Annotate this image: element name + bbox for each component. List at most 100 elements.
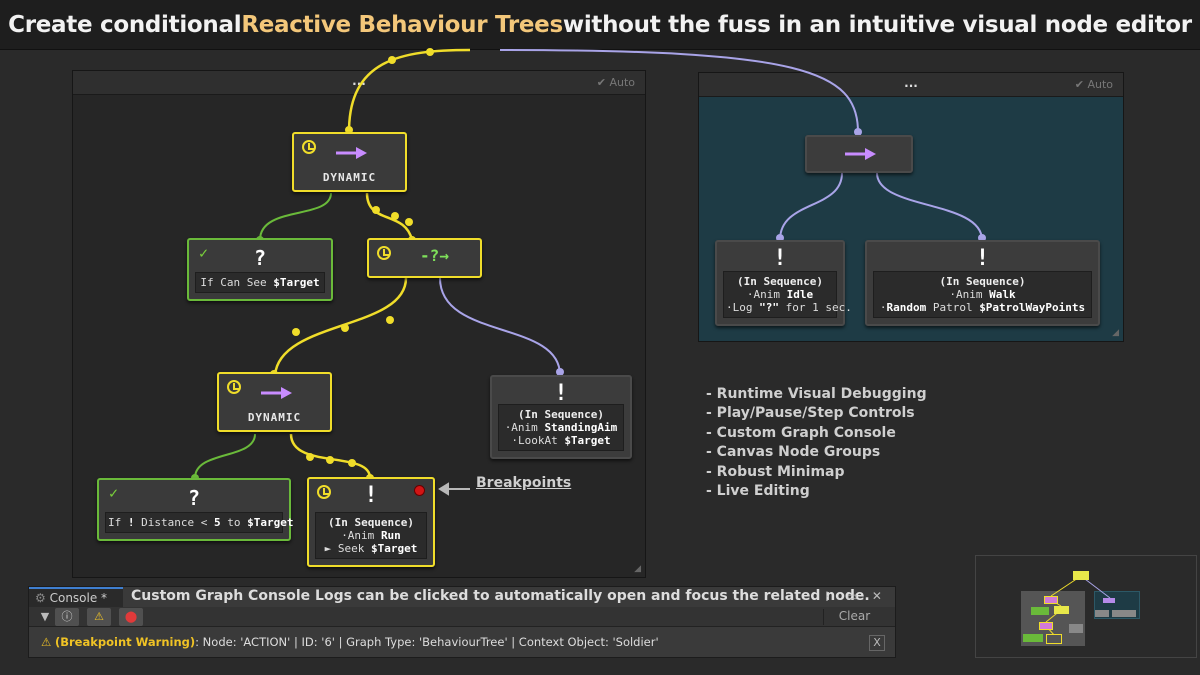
info-filter-icon[interactable]: ⓘ bbox=[55, 608, 79, 626]
right-panel-header: ... ✔ Auto bbox=[699, 73, 1123, 97]
dynamic-node-top[interactable]: DYNAMIC bbox=[292, 132, 407, 192]
feature-item: - Runtime Visual Debugging bbox=[706, 386, 927, 402]
body-text: If bbox=[108, 516, 128, 529]
body-text: to bbox=[220, 516, 248, 529]
features-list: - Runtime Visual Debugging - Play/Pause/… bbox=[706, 385, 927, 501]
feature-item: - Live Editing bbox=[706, 483, 810, 500]
resize-grip-icon[interactable]: ◢ bbox=[634, 564, 641, 574]
body-text: ·Anim bbox=[341, 529, 381, 542]
body-text: ► Seek bbox=[324, 542, 371, 555]
body-text: for 1 sec. bbox=[779, 301, 852, 314]
node-body: (In Sequence) ·Anim StandingAim ·LookAt … bbox=[498, 404, 624, 451]
body-title: (In Sequence) bbox=[939, 275, 1026, 288]
auto-toggle[interactable]: ✔ Auto bbox=[597, 76, 635, 89]
minimap-node bbox=[1054, 606, 1069, 614]
node-body: (In Sequence) ·Anim Run ► Seek $Target bbox=[315, 512, 427, 559]
title-pre: Create conditional bbox=[8, 11, 242, 38]
console-log-entry[interactable]: ⚠ (Breakpoint Warning): Node: 'ACTION' |… bbox=[41, 635, 659, 649]
body-line: ·Anim Walk bbox=[876, 288, 1089, 301]
body-bold: $Target bbox=[273, 276, 320, 289]
arrow-right-icon bbox=[261, 387, 292, 399]
body-bold: $Target bbox=[371, 542, 418, 555]
action-node-aim[interactable]: ! (In Sequence) ·Anim StandingAim ·LookA… bbox=[490, 375, 632, 459]
feature-item: - Canvas Node Groups bbox=[706, 444, 881, 461]
console-toolbar: ▼ ⓘ ⚠ ⬤ bbox=[29, 607, 895, 627]
clear-button[interactable]: Clear bbox=[823, 609, 885, 625]
log-body: : Node: 'ACTION' | ID: '6' | Graph Type:… bbox=[195, 635, 659, 649]
condition-node-can-see[interactable]: ✓ ? If Can See $Target bbox=[187, 238, 333, 301]
body-bang: ! bbox=[127, 516, 135, 529]
action-icon: ! bbox=[554, 381, 568, 406]
error-filter-icon[interactable]: ⬤ bbox=[119, 608, 143, 626]
console-caption: Custom Graph Console Logs can be clicked… bbox=[131, 588, 870, 604]
body-text: ·Log bbox=[726, 301, 760, 314]
dropdown-icon[interactable]: ▼ bbox=[33, 608, 57, 626]
dynamic-node-bottom[interactable]: DYNAMIC bbox=[217, 372, 332, 432]
body-line: ► Seek $Target bbox=[318, 542, 424, 555]
condition-node-distance[interactable]: ✓ ? If ! Distance < 5 to $Target bbox=[97, 478, 293, 541]
body-text: ·Anim bbox=[949, 288, 990, 301]
action-icon: ! bbox=[364, 483, 378, 508]
reactive-node[interactable]: -?→ bbox=[367, 238, 482, 278]
body-line: ·LookAt $Target bbox=[501, 434, 621, 447]
panel-title: ... bbox=[352, 74, 366, 88]
minimap-node bbox=[1103, 598, 1115, 603]
console-tab[interactable]: ⚙ Console * bbox=[29, 587, 123, 607]
arrow-right-icon bbox=[845, 148, 876, 160]
reactive-icon: -?→ bbox=[420, 246, 449, 265]
left-panel-header: ... ✔ Auto bbox=[73, 71, 645, 95]
body-bold: Idle bbox=[786, 288, 814, 301]
action-node-walk[interactable]: ! (In Sequence) ·Anim Walk ·Random Patro… bbox=[865, 240, 1100, 326]
body-text: Patrol bbox=[926, 301, 980, 314]
condition-icon: ? bbox=[187, 486, 201, 510]
minimap-node bbox=[1112, 610, 1136, 617]
action-node-idle[interactable]: ! (In Sequence) ·Anim Idle ·Log "?" for … bbox=[715, 240, 852, 326]
minimap-node bbox=[1031, 607, 1049, 615]
body-title: (In Sequence) bbox=[517, 408, 605, 421]
body-bold: Run bbox=[380, 529, 401, 542]
minimap-node bbox=[1039, 622, 1053, 630]
minimap-node bbox=[1023, 634, 1043, 642]
console-icon: ⚙ bbox=[35, 591, 46, 605]
header-title: Create conditional Reactive Behaviour Tr… bbox=[0, 0, 1200, 50]
warning-filter-icon[interactable]: ⚠ bbox=[87, 608, 111, 626]
minimap-node bbox=[1069, 624, 1083, 633]
body-line: ·Anim Idle bbox=[726, 288, 834, 301]
title-highlight: Reactive Behaviour Trees bbox=[241, 11, 563, 38]
auto-toggle[interactable]: ✔ Auto bbox=[1075, 78, 1113, 91]
body-bold: Random bbox=[886, 301, 927, 314]
body-bold: Walk bbox=[989, 288, 1016, 301]
body-line: ·Random Patrol $PatrolWayPoints bbox=[876, 301, 1089, 314]
node-body: If ! Distance < 5 to $Target bbox=[105, 512, 293, 533]
minimap-node bbox=[1044, 596, 1058, 604]
minimap[interactable] bbox=[975, 555, 1197, 658]
right-root-node[interactable] bbox=[805, 135, 913, 173]
action-icon: ! bbox=[773, 246, 787, 271]
body-bold: "?" bbox=[759, 301, 779, 314]
body-bold: $Target bbox=[247, 516, 294, 529]
body-num: 5 bbox=[213, 516, 221, 529]
arrow-right-icon bbox=[336, 147, 367, 159]
feature-item: - Play/Pause/Step Controls bbox=[706, 405, 915, 422]
graph-console[interactable]: ⚙ Console * Custom Graph Console Logs ca… bbox=[28, 586, 896, 658]
body-text: If Can See bbox=[200, 276, 274, 289]
feature-item: - Custom Graph Console bbox=[706, 424, 896, 441]
body-bold: $PatrolWayPoints bbox=[979, 301, 1086, 314]
body-text: Distance < bbox=[134, 516, 214, 529]
node-label: DYNAMIC bbox=[247, 411, 302, 424]
resize-grip-icon[interactable]: ◢ bbox=[1112, 328, 1119, 338]
body-text: ·Anim bbox=[504, 421, 545, 434]
body-bold: $Target bbox=[564, 434, 611, 447]
close-button[interactable]: X bbox=[869, 635, 885, 651]
minimap-node bbox=[1073, 571, 1089, 580]
body-line: ·Anim Run bbox=[318, 529, 424, 542]
body-text: ·Anim bbox=[746, 288, 787, 301]
feature-item: - Robust Minimap bbox=[706, 463, 845, 480]
action-icon: ! bbox=[975, 246, 990, 271]
title-post: without the fuss in an intuitive visual … bbox=[562, 11, 1192, 38]
node-body: If Can See $Target bbox=[195, 272, 325, 293]
action-node-run[interactable]: ! (In Sequence) ·Anim Run ► Seek $Target bbox=[307, 477, 435, 567]
clock-icon bbox=[302, 140, 316, 154]
node-body: (In Sequence) ·Anim Idle ·Log "?" for 1 … bbox=[723, 271, 852, 318]
window-controls[interactable]: ⋮ ▭ ✕ bbox=[821, 589, 887, 603]
